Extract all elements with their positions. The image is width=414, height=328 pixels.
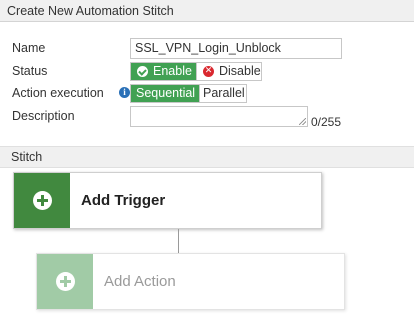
add-trigger-label: Add Trigger	[81, 192, 166, 209]
sequential-button[interactable]: Sequential	[131, 85, 199, 102]
check-circle-icon	[137, 66, 148, 77]
add-action-card[interactable]: Add Action	[36, 253, 345, 310]
name-label: Name	[12, 41, 46, 55]
info-icon[interactable]: i	[119, 87, 130, 98]
description-label: Description	[12, 109, 75, 123]
status-label: Status	[12, 64, 48, 78]
resize-handle-icon[interactable]	[299, 118, 306, 125]
add-action-icon-area	[37, 254, 93, 309]
status-disable-button[interactable]: ✕ Disable	[196, 63, 261, 80]
status-enable-button[interactable]: Enable	[131, 63, 196, 80]
name-input[interactable]: SSL_VPN_Login_Unblock	[130, 38, 342, 59]
status-disable-label: Disable	[219, 64, 261, 78]
x-circle-icon: ✕	[203, 66, 214, 77]
action-execution-label: Action execution	[12, 86, 104, 100]
description-char-counter: 0/255	[311, 115, 342, 129]
parallel-button[interactable]: Parallel	[199, 85, 246, 102]
stitch-connector-line	[178, 229, 179, 254]
description-textarea[interactable]	[130, 106, 308, 127]
add-trigger-icon-area	[14, 173, 70, 228]
status-toggle: Enable ✕ Disable	[130, 62, 262, 81]
plus-circle-icon	[32, 191, 52, 210]
status-enable-label: Enable	[153, 64, 192, 78]
plus-circle-icon	[55, 272, 75, 291]
stitch-section-title: Stitch	[0, 146, 414, 168]
action-execution-toggle: Sequential Parallel	[130, 84, 247, 103]
dialog-title: Create New Automation Stitch	[0, 0, 414, 22]
add-action-label: Add Action	[104, 273, 176, 290]
add-trigger-card[interactable]: Add Trigger	[13, 172, 322, 229]
